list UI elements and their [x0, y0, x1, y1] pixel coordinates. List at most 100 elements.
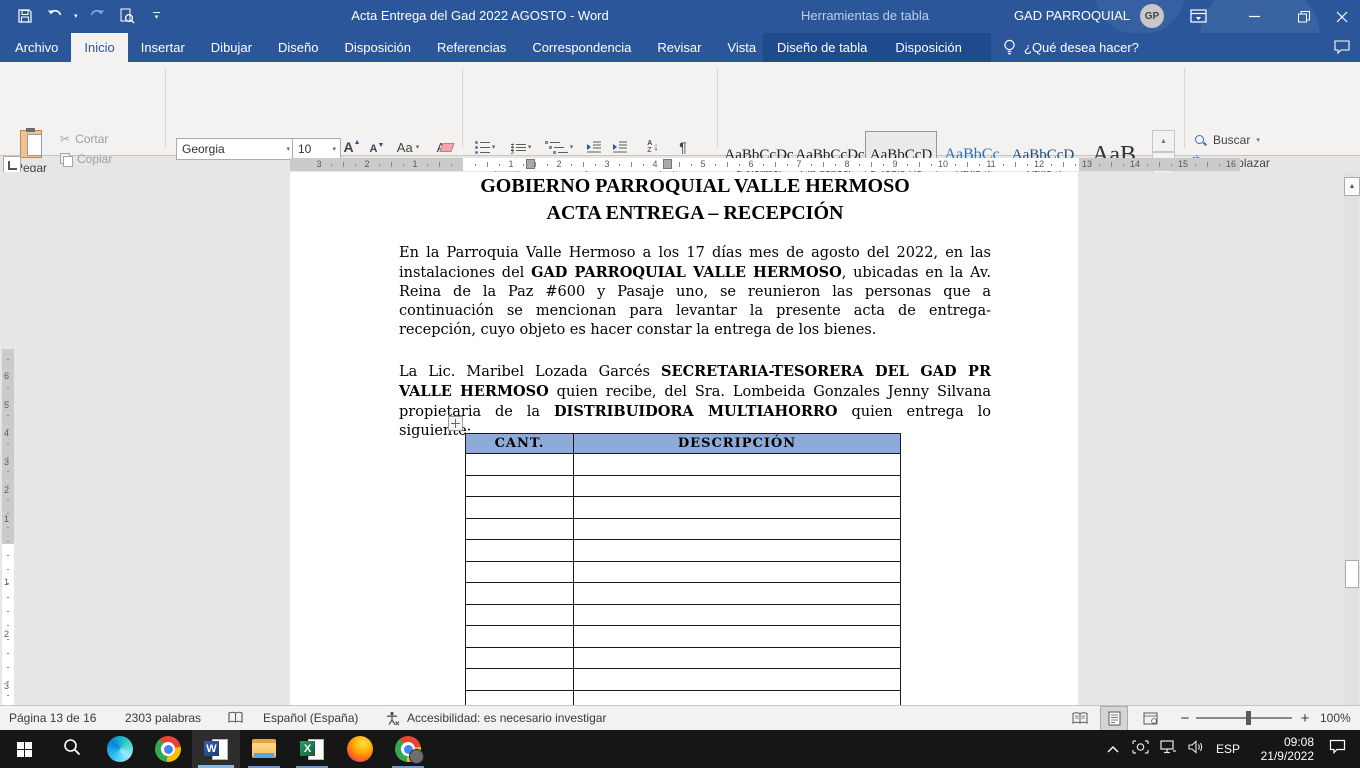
accessibility-icon[interactable] [385, 706, 400, 730]
table-cell-descripcion[interactable] [574, 626, 901, 648]
save-button[interactable] [14, 4, 36, 28]
account-avatar[interactable]: GP [1140, 4, 1164, 28]
taskbar-app-file-explorer[interactable] [240, 730, 288, 768]
table-cell-cant[interactable] [466, 561, 574, 583]
zoom-out-button[interactable]: − [1176, 706, 1194, 730]
table-cell-cant[interactable] [466, 604, 574, 626]
redo-button[interactable] [86, 4, 108, 28]
tray-chevron-icon[interactable] [1100, 740, 1126, 758]
input-language-indicator[interactable]: ESP [1210, 742, 1246, 756]
taskbar-app-excel[interactable]: X [288, 730, 336, 768]
proofing-icon[interactable] [228, 706, 243, 730]
feedback-icon[interactable] [1334, 40, 1350, 59]
table-cell-descripcion[interactable] [574, 583, 901, 605]
network-icon[interactable] [1154, 740, 1182, 759]
read-mode-button[interactable] [1068, 706, 1092, 730]
restore-button[interactable] [1288, 0, 1320, 33]
ribbon-tab-inicio[interactable]: Inicio [71, 33, 127, 62]
vertical-ruler[interactable]: 654321123 [2, 349, 14, 705]
table-cell-cant[interactable] [466, 626, 574, 648]
table-cell-cant[interactable] [466, 583, 574, 605]
volume-icon[interactable] [1182, 740, 1210, 759]
table-cell-descripcion[interactable] [574, 690, 901, 705]
zoom-slider[interactable] [1196, 706, 1292, 730]
document-page[interactable]: GOBIERNO PARROQUIAL VALLE HERMOSO ACTA E… [290, 172, 1078, 705]
ribbon-display-options-button[interactable] [1190, 8, 1207, 29]
tell-me-box[interactable]: ¿Qué desea hacer? [1003, 33, 1139, 62]
ruler-row: 123412345678910111213141516 [0, 155, 1360, 172]
table-cell-descripcion[interactable] [574, 669, 901, 691]
web-layout-button[interactable] [1138, 706, 1162, 730]
customize-qat-button[interactable]: ▾ [146, 4, 168, 28]
ribbon-tab-correspondencia[interactable]: Correspondencia [519, 33, 644, 62]
print-preview-button[interactable] [116, 4, 138, 28]
style-scroll-up-button[interactable]: ▲ [1152, 130, 1175, 152]
table-cell-cant[interactable] [466, 518, 574, 540]
taskbar-app-edge[interactable] [96, 730, 144, 768]
first-line-indent-marker[interactable] [526, 159, 535, 169]
contextual-tab-table-layout[interactable]: Disposición [881, 33, 975, 62]
ruler-tick [7, 625, 9, 626]
table-cell-descripcion[interactable] [574, 540, 901, 562]
table-cell-descripcion[interactable] [574, 604, 901, 626]
action-center-icon[interactable] [1314, 739, 1360, 759]
table-cell-cant[interactable] [466, 690, 574, 705]
ruler-tick [811, 164, 812, 166]
ribbon-tab-insertar[interactable]: Insertar [128, 33, 198, 62]
contextual-tab-table-design[interactable]: Diseño de tabla [763, 33, 881, 62]
print-layout-button[interactable] [1100, 706, 1128, 731]
undo-button[interactable] [44, 4, 66, 28]
ribbon-tab-vista[interactable]: Vista [714, 33, 769, 62]
table-cell-cant[interactable] [466, 647, 574, 669]
taskbar-app-word[interactable]: W [192, 730, 240, 768]
table-header-descripcion[interactable]: DESCRIPCIÓN [574, 434, 901, 454]
scroll-up-button[interactable]: ▲ [1344, 177, 1360, 196]
table-cell-descripcion[interactable] [574, 497, 901, 519]
table-cell-descripcion[interactable] [574, 518, 901, 540]
close-button[interactable] [1326, 0, 1358, 33]
ribbon-tab-referencias[interactable]: Referencias [424, 33, 519, 62]
taskbar-app-firefox[interactable] [336, 730, 384, 768]
ruler-tick [1051, 164, 1052, 166]
document-table[interactable]: CANT. DESCRIPCIÓN [465, 433, 901, 705]
undo-dropdown-caret[interactable]: ▾ [74, 13, 78, 20]
table-cell-cant[interactable] [466, 454, 574, 476]
language-indicator[interactable]: Español (España) [263, 706, 358, 730]
accessibility-status[interactable]: Accesibilidad: es necesario investigar [407, 706, 606, 730]
cut-button[interactable]: ✂ Cortar [60, 132, 108, 146]
vertical-scrollbar[interactable]: ▲ [1344, 172, 1359, 705]
table-cell-cant[interactable] [466, 475, 574, 497]
table-column-marker[interactable] [663, 159, 672, 169]
table-cell-descripcion[interactable] [574, 454, 901, 476]
ruler-tick [7, 681, 9, 682]
ribbon-tab-dibujar[interactable]: Dibujar [198, 33, 265, 62]
ribbon-tab-archivo[interactable]: Archivo [2, 33, 71, 62]
minimize-button[interactable] [1238, 0, 1270, 33]
table-cell-cant[interactable] [466, 540, 574, 562]
zoom-level[interactable]: 100% [1320, 706, 1351, 730]
ribbon-tab-disposición[interactable]: Disposición [331, 33, 423, 62]
scrollbar-thumb[interactable] [1345, 560, 1359, 588]
page-indicator[interactable]: Página 13 de 16 [9, 706, 96, 730]
table-cell-descripcion[interactable] [574, 561, 901, 583]
ribbon-tab-diseño[interactable]: Diseño [265, 33, 331, 62]
table-cell-descripcion[interactable] [574, 475, 901, 497]
find-button[interactable]: Buscar ▾ [1194, 133, 1260, 147]
word-count[interactable]: 2303 palabras [125, 706, 201, 730]
screen-capture-icon[interactable] [1126, 740, 1154, 759]
table-move-handle[interactable] [448, 416, 463, 431]
horizontal-ruler[interactable]: 123412345678910111213141516 [290, 158, 1240, 171]
table-cell-cant[interactable] [466, 497, 574, 519]
zoom-in-button[interactable]: + [1296, 706, 1314, 730]
table-header-cant[interactable]: CANT. [466, 434, 574, 454]
clock[interactable]: 09:08 21/9/2022 [1246, 735, 1314, 763]
ribbon-tab-revisar[interactable]: Revisar [644, 33, 714, 62]
table-cell-cant[interactable] [466, 669, 574, 691]
zoom-slider-thumb[interactable] [1246, 711, 1251, 725]
taskbar-app-search[interactable] [48, 730, 96, 768]
table-cell-descripcion[interactable] [574, 647, 901, 669]
account-name[interactable]: GAD PARROQUIAL [960, 8, 1130, 23]
taskbar-app-start[interactable] [0, 730, 48, 768]
taskbar-app-chrome[interactable] [144, 730, 192, 768]
taskbar-app-chrome-profile[interactable] [384, 730, 432, 768]
